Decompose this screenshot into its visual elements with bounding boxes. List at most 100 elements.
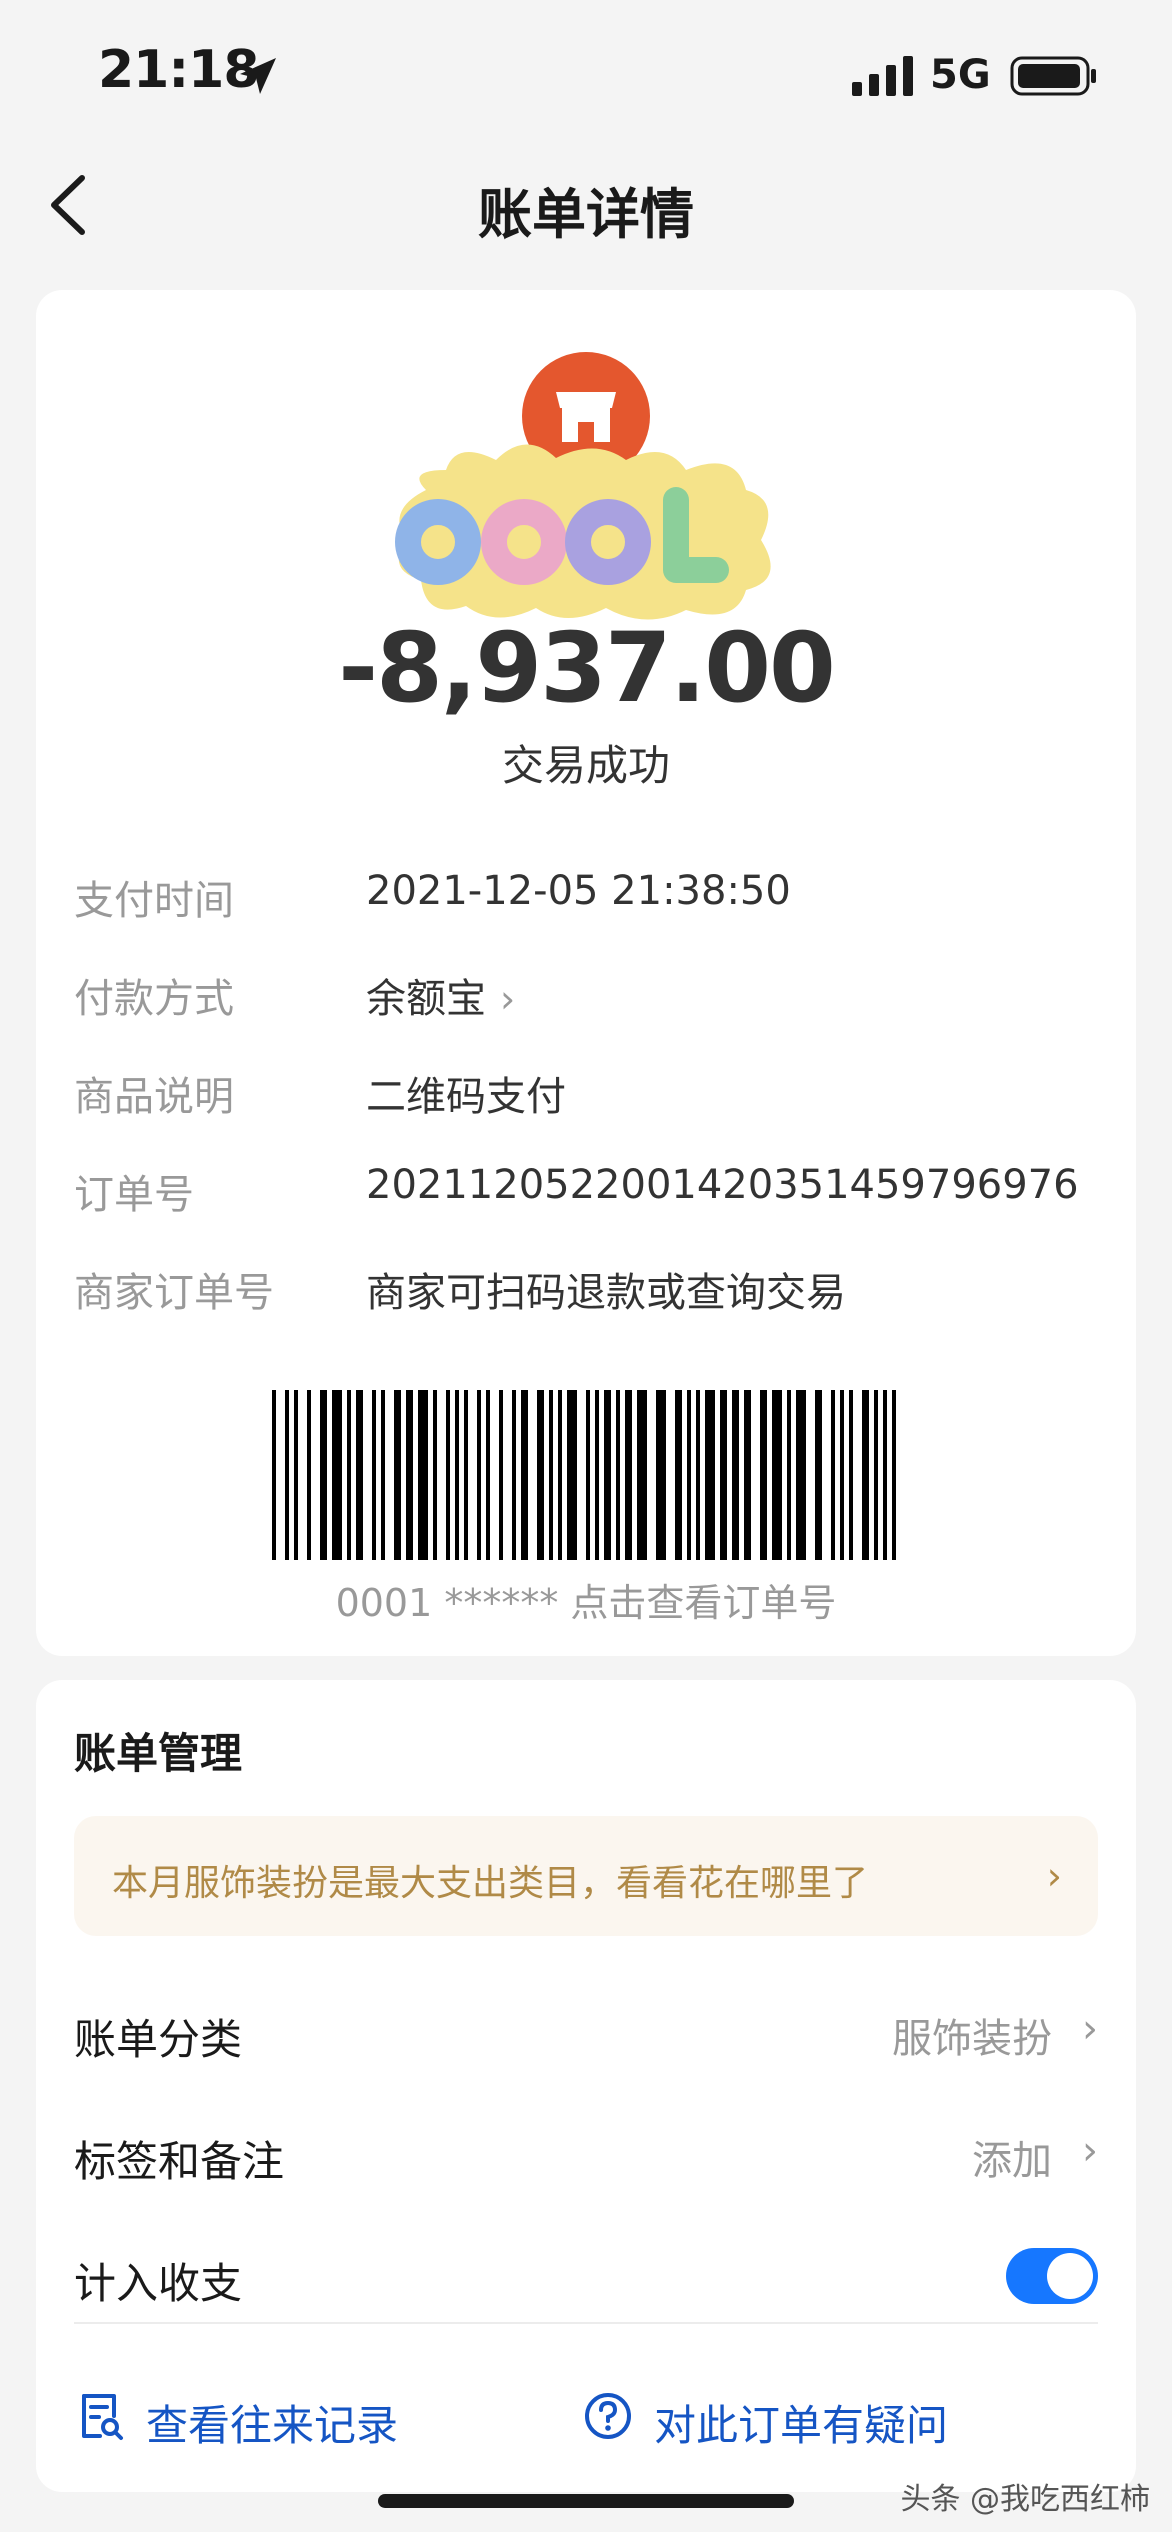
detail-row-description: 商品说明 二维码支付 bbox=[74, 1058, 1114, 1128]
barcode-bar bbox=[831, 1390, 835, 1560]
detail-value: 余额宝 › bbox=[366, 966, 515, 1024]
barcode-bar bbox=[512, 1390, 516, 1560]
row-label: 标签和备注 bbox=[74, 2137, 285, 2186]
detail-value: 商家可扫码退款或查询交易 bbox=[366, 1270, 846, 1316]
chevron-right-icon: › bbox=[1046, 1854, 1062, 1898]
question-icon bbox=[585, 2393, 631, 2439]
barcode-bar bbox=[849, 1390, 853, 1560]
detail-label: 付款方式 bbox=[74, 976, 234, 1022]
barcode-bar bbox=[892, 1390, 896, 1560]
barcode-bar bbox=[521, 1390, 528, 1560]
order-question-label: 对此订单有疑问 bbox=[654, 2401, 949, 2450]
detail-value: 2021120522001420351459796976 bbox=[366, 1162, 1079, 1208]
barcode-bar bbox=[433, 1390, 437, 1560]
barcode-bar bbox=[418, 1390, 428, 1560]
barcode-bar bbox=[696, 1390, 700, 1560]
barcode-caption[interactable]: 0001 ****** 点击查看订单号 bbox=[36, 1572, 1136, 1627]
nav-bar: 账单详情 bbox=[0, 140, 1172, 270]
spending-tip-banner[interactable]: 本月服饰装扮是最大支出类目，看看花在哪里了 › bbox=[74, 1816, 1098, 1936]
detail-label: 支付时间 bbox=[74, 878, 234, 924]
barcode-bar bbox=[537, 1390, 544, 1560]
barcode-bar bbox=[787, 1390, 791, 1560]
network-type: 5G bbox=[930, 52, 991, 98]
barcode-bar bbox=[307, 1390, 311, 1560]
barcode-bar bbox=[874, 1390, 878, 1560]
barcode-bar bbox=[347, 1390, 351, 1560]
row-value: 服饰装扮 bbox=[892, 2016, 1052, 2062]
bill-category-row[interactable]: 账单分类 服饰装扮 › bbox=[74, 1982, 1098, 2082]
count-in-toggle[interactable] bbox=[1006, 2248, 1098, 2304]
detail-row-merchant-order: 商家订单号 商家可扫码退款或查询交易 bbox=[74, 1254, 1114, 1324]
chevron-right-icon: › bbox=[1082, 2006, 1098, 2052]
barcode-bar bbox=[595, 1390, 599, 1560]
divider bbox=[74, 2322, 1098, 2324]
record-icon bbox=[82, 2394, 123, 2440]
barcode-bar bbox=[705, 1390, 715, 1560]
barcode-bar bbox=[406, 1390, 413, 1560]
barcode-bar bbox=[477, 1390, 481, 1560]
barcode-bar bbox=[285, 1390, 289, 1560]
barcode-bar bbox=[675, 1390, 682, 1560]
barcode-bar bbox=[394, 1390, 401, 1560]
view-history-label: 查看往来记录 bbox=[146, 2401, 399, 2450]
detail-row-order-number: 订单号 2021120522001420351459796976 bbox=[74, 1156, 1114, 1226]
barcode-bar bbox=[272, 1390, 276, 1560]
barcode-bar bbox=[332, 1390, 342, 1560]
barcode-bar bbox=[499, 1390, 503, 1560]
barcode-bar bbox=[567, 1390, 577, 1560]
chevron-right-icon: › bbox=[500, 977, 516, 1021]
status-bar: 21:18 5G bbox=[0, 0, 1172, 140]
barcode-bar bbox=[772, 1390, 782, 1560]
barcode-bar bbox=[381, 1390, 385, 1560]
tip-text: 本月服饰装扮是最大支出类目，看看花在哪里了 bbox=[112, 1863, 869, 1904]
row-value: 添加 bbox=[972, 2138, 1052, 2184]
barcode-bar bbox=[446, 1390, 450, 1560]
barcode-bar bbox=[720, 1390, 727, 1560]
barcode-bar bbox=[744, 1390, 751, 1560]
payment-method-value: 余额宝 bbox=[366, 976, 486, 1022]
count-in-balance-row: 计入收支 bbox=[74, 2226, 1098, 2326]
barcode-bar bbox=[625, 1390, 632, 1560]
location-arrow-icon bbox=[240, 58, 276, 94]
detail-value: 二维码支付 bbox=[366, 1074, 566, 1120]
barcode-bar bbox=[883, 1390, 887, 1560]
barcode-bar bbox=[760, 1390, 767, 1560]
tags-notes-row[interactable]: 标签和备注 添加 › bbox=[74, 2104, 1098, 2204]
transaction-card: -8,937.00 交易成功 支付时间 2021-12-05 21:38:50 … bbox=[36, 290, 1136, 1656]
detail-row-pay-time: 支付时间 2021-12-05 21:38:50 bbox=[74, 862, 1114, 932]
barcode-bar bbox=[732, 1390, 739, 1560]
watermark: 头条 @我吃西红柿 bbox=[900, 2482, 1150, 2517]
barcode-bar bbox=[862, 1390, 869, 1560]
detail-row-payment-method[interactable]: 付款方式 余额宝 › bbox=[74, 960, 1114, 1030]
row-label: 账单分类 bbox=[74, 2015, 243, 2064]
section-title: 账单管理 bbox=[74, 1729, 243, 1778]
detail-label: 商品说明 bbox=[74, 1074, 234, 1120]
page-title: 账单详情 bbox=[478, 183, 694, 246]
barcode-bar bbox=[637, 1390, 647, 1560]
barcode-bar bbox=[604, 1390, 611, 1560]
signal-icon bbox=[852, 56, 913, 96]
cool-sticker bbox=[395, 444, 771, 620]
barcode-bar bbox=[558, 1390, 562, 1560]
chevron-right-icon: › bbox=[1082, 2128, 1098, 2174]
barcode-bar bbox=[464, 1390, 468, 1560]
barcode-bar bbox=[815, 1390, 822, 1560]
barcode-bar bbox=[455, 1390, 459, 1560]
barcode-bar bbox=[320, 1390, 327, 1560]
view-history-button[interactable]: 查看往来记录 bbox=[74, 2380, 414, 2460]
battery-icon bbox=[1010, 56, 1096, 96]
barcode-bar bbox=[840, 1390, 844, 1560]
order-question-button[interactable]: 对此订单有疑问 bbox=[582, 2380, 982, 2460]
toggle-knob bbox=[1047, 2253, 1093, 2299]
detail-label: 商家订单号 bbox=[74, 1270, 274, 1316]
barcode-bar bbox=[656, 1390, 666, 1560]
detail-value: 2021-12-05 21:38:50 bbox=[366, 868, 791, 914]
barcode-bar bbox=[586, 1390, 590, 1560]
barcode-bar bbox=[796, 1390, 806, 1560]
barcode[interactable] bbox=[272, 1390, 900, 1560]
barcode-bar bbox=[356, 1390, 363, 1560]
barcode-bar bbox=[687, 1390, 691, 1560]
barcode-bar bbox=[616, 1390, 620, 1560]
barcode-bar bbox=[294, 1390, 298, 1560]
bill-management-card: 账单管理 本月服饰装扮是最大支出类目，看看花在哪里了 › 账单分类 服饰装扮 ›… bbox=[36, 1680, 1136, 2492]
